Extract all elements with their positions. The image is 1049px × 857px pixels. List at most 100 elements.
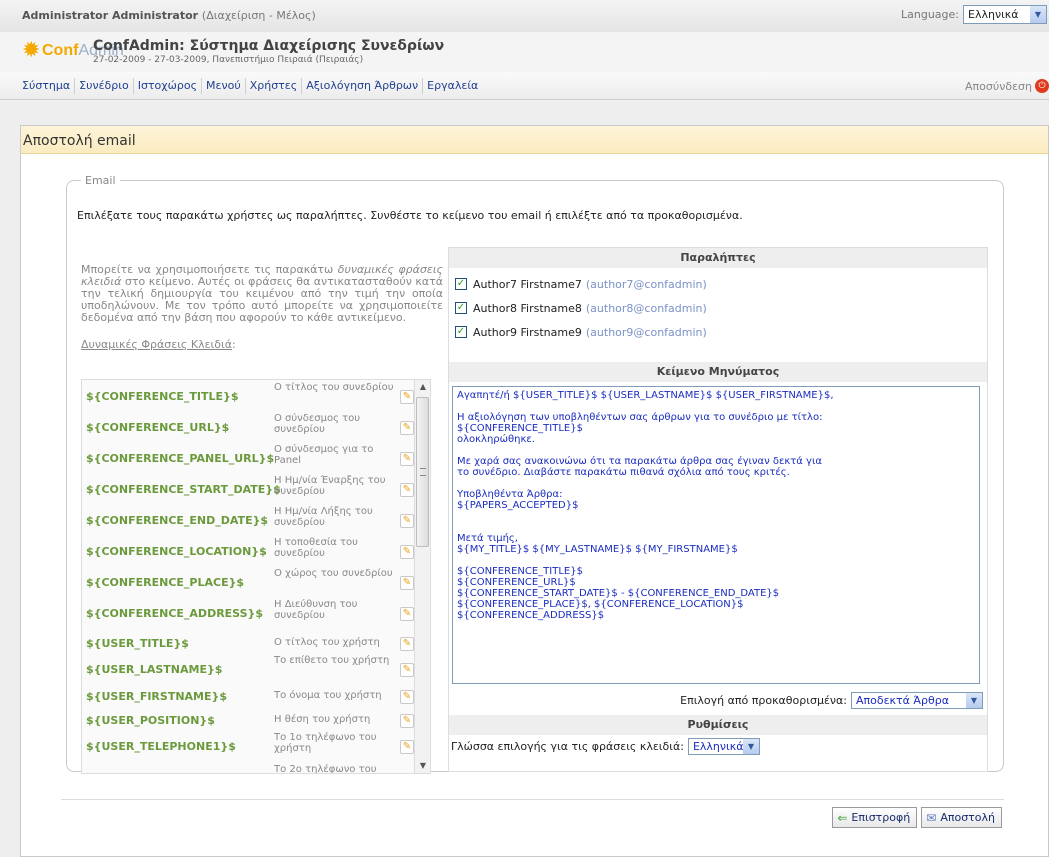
language-value: Ελληνικά [968,8,1019,21]
keyword-list[interactable]: ${CONFERENCE_TITLE}$ Ο τίτλος του συνεδρ… [81,379,431,774]
keyword-description: Το όνομα του χρήστη [274,690,382,701]
scroll-up-icon[interactable]: ▲ [415,380,430,394]
pencil-icon[interactable]: ✎ [400,545,414,559]
pencil-icon[interactable]: ✎ [400,663,414,677]
keyword-description: Ο χώρος του συνεδρίου [274,568,393,579]
logout-link[interactable]: Αποσύνδεση ⏻ [965,79,1049,93]
recipient-item: ✓ Author7 Firstname7 (author7@confadmin) [449,272,987,296]
chevron-down-icon[interactable]: ▼ [966,693,982,708]
power-icon: ⏻ [1035,79,1049,93]
scrollbar-thumb[interactable] [416,397,429,547]
help-text-b: στο κείμενο. Αυτές οι φράσεις θα αντικατ… [81,275,443,324]
keyword-code: ${CONFERENCE_END_DATE}$ [86,514,269,527]
user-name: Administrator Administrator [22,9,199,22]
language-select[interactable]: Ελληνικά ▼ [963,5,1047,24]
predefined-value: Αποδεκτά Άρθρα [856,694,949,707]
action-buttons: ⇐ Επιστροφή ✉ Αποστολή [832,807,1002,828]
settings-row: Γλώσσα επιλογής για τις φράσεις κλειδιά:… [451,738,987,755]
page-title: Αποστολή email [21,126,1048,154]
keyword-description: Ο τίτλος του συνεδρίου [274,382,394,393]
recipient-name: Author9 Firstname9 [473,325,582,339]
send-email-panel: Αποστολή email Email Επιλέξατε τους παρα… [20,125,1049,857]
message-body-textarea[interactable]: Αγαπητέ/ή ${USER_TITLE}$ ${USER_LASTNAME… [452,386,980,684]
scroll-down-icon[interactable]: ▼ [415,759,430,773]
pencil-icon[interactable]: ✎ [400,740,414,754]
pencil-icon[interactable]: ✎ [400,714,414,728]
language-switcher: Language: Ελληνικά ▼ [901,5,1047,24]
recipient-checkbox[interactable]: ✓ [455,278,467,290]
predefined-select[interactable]: Αποδεκτά Άρθρα ▼ [851,692,983,709]
keyword-row: ${CONFERENCE_PANEL_URL}$ Ο σύνδεσμος για… [82,444,416,474]
recipient-email: (author8@confadmin) [585,301,707,315]
pencil-icon[interactable]: ✎ [400,576,414,590]
pencil-icon[interactable]: ✎ [400,637,414,651]
keyword-scrollbar[interactable]: ▲ ▼ [414,380,430,773]
nav-item-menu[interactable]: Μενού [202,78,246,94]
keyword-description: Η θέση του χρήστη [274,714,371,725]
pencil-icon[interactable]: ✎ [400,390,414,404]
keyword-code: ${USER_TITLE}$ [86,637,189,650]
nav-item-tools[interactable]: Εργαλεία [423,78,482,94]
dynamic-keywords-title-text: Δυναμικές Φράσεις Κλειδιά [81,338,232,351]
predefined-row: Επιλογή από προκαθορισμένα: Αποδεκτά Άρθ… [449,692,983,709]
nav-item-website[interactable]: Ιστοχώρος [134,78,203,94]
recipient-checkbox[interactable]: ✓ [455,302,467,314]
logo-conf: Conf [42,42,79,59]
site-title-text: ConfAdmin: Σύστημα Διαχείρισης Συνεδρίων [93,38,445,54]
pencil-icon[interactable]: ✎ [400,483,414,497]
logged-in-user: Administrator Administrator (Διαχείριση … [22,9,316,22]
logout-label: Αποσύνδεση [965,79,1032,93]
keyword-help-text: Μπορείτε να χρησιμοποιήσετε τις παρακάτω… [81,264,443,324]
keyword-help-column: Μπορείτε να χρησιμοποιήσετε τις παρακάτω… [81,264,443,774]
keyword-code: ${CONFERENCE_LOCATION}$ [86,545,267,558]
keyword-code: ${CONFERENCE_ADDRESS}$ [86,607,264,620]
dynamic-keywords-colon: : [231,338,236,351]
keyword-row: ${CONFERENCE_LOCATION}$ Η τοποθεσία του … [82,537,416,567]
nav-item-system[interactable]: Σύστημα [18,78,76,94]
keyword-row: ${CONFERENCE_START_DATE}$ Η Ημ/νία Έναρξ… [82,475,416,505]
intro-text: Επιλέξατε τους παρακάτω χρήστες ως παραλ… [77,209,743,222]
user-role: (Διαχείριση - Μέλος) [201,9,316,22]
recipient-item: ✓ Author8 Firstname8 (author8@confadmin) [449,296,987,320]
pencil-icon[interactable]: ✎ [400,514,414,528]
keyword-row: ${CONFERENCE_END_DATE}$ Η Ημ/νία Λήξης τ… [82,506,416,536]
keyword-code: ${CONFERENCE_START_DATE}$ [86,483,281,496]
keyword-description: Ο τίτλος του χρήστη [274,637,380,648]
send-button-label: Αποστολή [940,811,995,824]
pencil-icon[interactable]: ✎ [400,690,414,704]
keyword-language-label: Γλώσσα επιλογής για τις φράσεις κλειδιά: [451,740,684,753]
keyword-language-value: Ελληνικά [692,740,744,753]
keyword-description: Η Ημ/νία Λήξης του συνεδρίου [274,506,373,528]
nav-item-paper-review[interactable]: Αξιολόγηση Άρθρων [302,78,424,94]
message-header: Κείμενο Μηνύματος [449,362,987,382]
page-body: Αποστολή email Email Επιλέξατε τους παρα… [0,100,1049,857]
recipient-item: ✓ Author9 Firstname9 (author9@confadmin) [449,320,987,344]
keyword-description: Η Διεύθυνση του συνεδρίου [274,599,358,621]
site-title: ConfAdmin: Σύστημα Διαχείρισης Συνεδρίων… [93,38,444,65]
keyword-description: Το επίθετο του χρήστη [274,655,390,666]
back-button[interactable]: ⇐ Επιστροφή [832,807,918,828]
keyword-row: ${CONFERENCE_PLACE}$ Ο χώρος του συνεδρί… [82,568,416,598]
keyword-description: Η Ημ/νία Έναρξης του συνεδρίου [274,475,386,497]
top-bar: Administrator Administrator (Διαχείριση … [0,0,1049,32]
keyword-code: ${CONFERENCE_TITLE}$ [86,390,239,403]
pencil-icon[interactable]: ✎ [400,607,414,621]
keyword-code: ${USER_LASTNAME}$ [86,663,223,676]
keyword-row: ${USER_LASTNAME}$ Το επίθετο του χρήστη … [82,655,416,685]
keyword-description: Ο σύνδεσμος για το Panel [274,444,374,466]
site-subtitle: 27-02-2009 - 27-03-2009, Πανεπιστήμιο Πε… [93,55,364,65]
pencil-icon[interactable]: ✎ [400,452,414,466]
keyword-language-select[interactable]: Ελληνικά ▼ [687,738,760,755]
chevron-down-icon[interactable]: ▼ [1030,6,1046,23]
recipient-checkbox[interactable]: ✓ [455,326,467,338]
pencil-icon[interactable]: ✎ [400,421,414,435]
send-button[interactable]: ✉ Αποστολή [921,807,1002,828]
chevron-down-icon[interactable]: ▼ [742,739,759,754]
language-label: Language: [901,8,959,21]
nav-item-users[interactable]: Χρήστες [246,78,303,94]
predefined-label: Επιλογή από προκαθορισμένα: [680,694,847,707]
keyword-description: Το 2ο τηλέφωνο του [274,764,377,774]
keyword-description: Το 1ο τηλέφωνο του χρήστη [274,732,377,754]
arrow-left-icon: ⇐ [837,810,848,825]
nav-item-conference[interactable]: Συνέδριο [75,78,134,94]
